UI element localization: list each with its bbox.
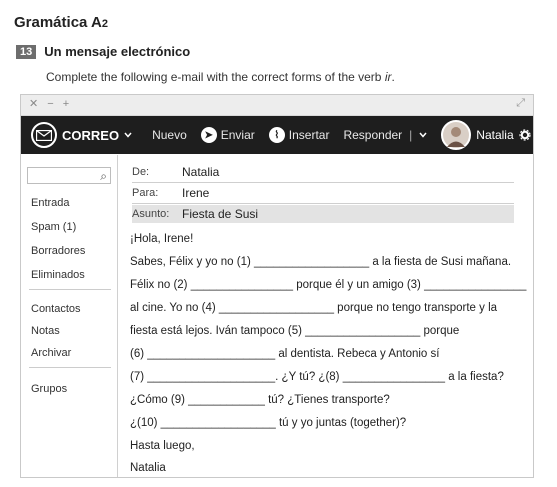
reply-button[interactable]: Responder | [343,128,427,142]
to-value: Irene [182,186,210,200]
sidebar-item-entrada[interactable]: Entrada [31,197,70,209]
email-body-line[interactable]: fiesta está lejos. Iván tampoco (5) ____… [130,325,459,337]
app-name: CORREO [62,127,120,143]
avatar [441,120,472,150]
instructions-end: . [391,70,395,84]
user-menu[interactable]: Natalia [441,120,531,150]
email-body-line[interactable]: Sabes, Félix y yo no (1) _______________… [130,256,511,268]
sidebar-item-notas[interactable]: Notas [31,325,60,337]
send-icon: ➤ [200,127,217,143]
instructions-text: Complete the following e-mail with the c… [46,70,385,84]
exercise-header: 13 Un mensaje electrónico [16,44,190,59]
email-window: ✕ − + ⤢ CORREO Nuevo ➤ Enviar ⌇ Insertar R… [20,94,534,478]
app-logo[interactable]: CORREO [31,122,132,148]
sidebar-item-grupos[interactable]: Grupos [31,383,67,395]
heading-level: 2 [101,18,108,30]
heading-main: Gramática A [14,14,102,31]
subject-label: Asunto: [132,208,170,220]
search-input[interactable]: ⌕ [27,167,111,184]
email-body-line[interactable]: Félix no (2) ________________ porque él … [130,279,526,291]
sidebar-divider [29,289,111,290]
send-label: Enviar [220,128,255,142]
email-body-line[interactable]: (7) ____________________. ¿Y tú? ¿(8) __… [130,371,504,383]
email-body-line[interactable]: al cine. Yo no (4) __________________ po… [130,302,497,314]
sidebar-item-borradores[interactable]: Borradores [31,245,85,257]
search-icon: ⌕ [100,169,107,183]
sidebar: ⌕ Entrada Spam (1) Borradores Eliminados… [21,155,118,477]
email-body-line[interactable]: Natalia [130,462,166,474]
user-name: Natalia [476,128,514,142]
to-label: Para: [132,187,159,199]
email-body-line[interactable]: ¿Cómo (9) ____________ tú? ¿Tienes trans… [130,394,390,406]
to-field[interactable]: Para: Irene [132,184,514,202]
email-body-line[interactable]: ¡Hola, Irene! [130,233,193,245]
sidebar-item-contactos[interactable]: Contactos [31,303,81,315]
new-label: Nuevo [152,128,187,142]
reply-divider: | [409,128,413,142]
email-compose: De: Natalia Para: Irene Asunto: Fiesta de S… [118,155,532,477]
gear-icon[interactable] [519,129,531,141]
email-body-line[interactable]: (6) ____________________ al dentista. Re… [130,348,439,360]
exercise-number: 13 [16,44,37,59]
insert-label: Insertar [288,128,330,142]
toolbar: CORREO Nuevo ➤ Enviar ⌇ Insertar Responder… [21,116,533,154]
envelope-icon [31,122,57,148]
sidebar-item-spam[interactable]: Spam (1) [31,221,76,233]
insert-button[interactable]: ⌇ Insertar [268,127,330,143]
new-button[interactable]: Nuevo [152,128,187,142]
exercise-title: Un mensaje electrónico [44,44,191,59]
expand-icon[interactable]: ⤢ [516,97,525,110]
email-body-line[interactable]: ¿(10) __________________ tú y yo juntas … [130,417,406,429]
subject-value: Fiesta de Susi [182,207,259,221]
email-body-line[interactable]: Hasta luego, [130,440,195,452]
chevron-down-icon[interactable] [124,132,132,138]
send-button[interactable]: ➤ Enviar [200,127,255,143]
paperclip-icon: ⌇ [268,127,285,143]
from-field[interactable]: De: Natalia [132,163,514,181]
reply-label: Responder [343,128,403,142]
chevron-down-icon[interactable] [419,132,427,138]
sidebar-item-eliminados[interactable]: Eliminados [31,269,85,281]
from-label: De: [132,166,150,178]
from-value: Natalia [182,165,220,179]
page-title: Gramática A2 [14,14,108,31]
subject-field[interactable]: Asunto: Fiesta de Susi [132,205,514,223]
header-divider [132,203,514,204]
sidebar-divider [29,367,111,368]
instructions: Complete the following e-mail with the c… [46,70,395,84]
sidebar-item-archivar[interactable]: Archivar [31,347,71,359]
window-controls[interactable]: ✕ − + [29,97,72,110]
header-divider [132,182,514,183]
window-titlebar: ✕ − + ⤢ [21,95,533,116]
